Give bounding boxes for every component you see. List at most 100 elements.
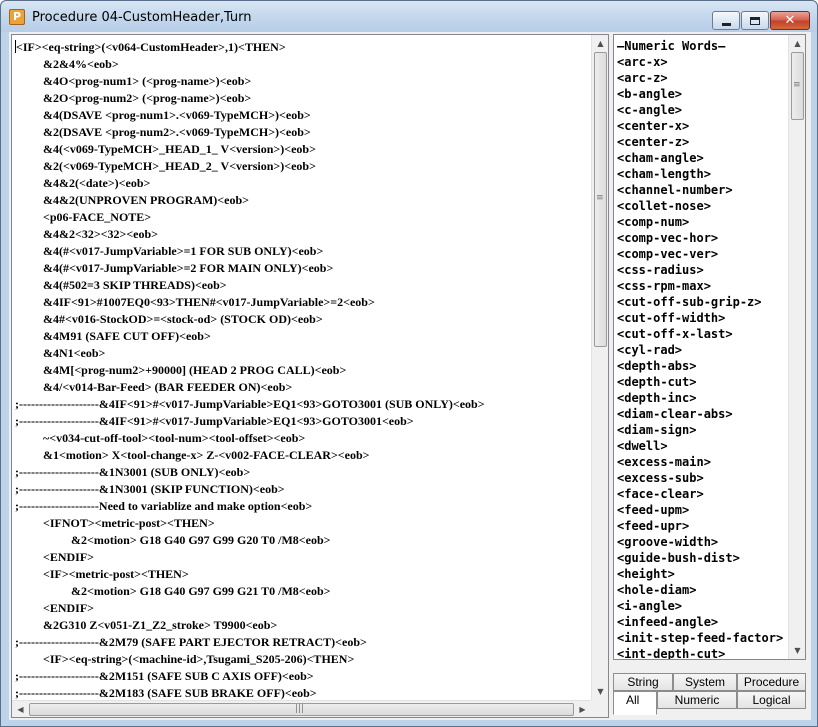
tab-system[interactable]: System xyxy=(673,673,737,691)
code-line[interactable]: ;--------------------&4IF<91>#<v017-Jump… xyxy=(15,396,590,413)
word-list-panel[interactable]: —Numeric Words— <arc-x> <arc-z> <b-angle> <… xyxy=(613,34,806,660)
code-line[interactable]: <ENDIF> xyxy=(15,600,590,617)
word-list-item[interactable]: <css-radius> xyxy=(617,262,788,278)
scroll-down-arrow-icon[interactable]: ▼ xyxy=(592,683,608,700)
word-list-item[interactable]: <hole-diam> xyxy=(617,582,788,598)
editor-horizontal-scrollbar[interactable]: ◀ ||| ▶ xyxy=(12,700,591,717)
word-list-vertical-scrollbar[interactable]: ▲ ≡ ▼ xyxy=(788,35,805,659)
code-line[interactable]: &4O<prog-num1> (<prog-name>)<eob> xyxy=(15,73,590,90)
code-line[interactable]: ~<v034-cut-off-tool><tool-num><tool-offs… xyxy=(15,430,590,447)
tab-string[interactable]: String xyxy=(613,673,673,691)
word-list-item[interactable]: <diam-clear-abs> xyxy=(617,406,788,422)
close-button[interactable]: ✕ xyxy=(770,11,810,30)
word-list-item[interactable]: <comp-num> xyxy=(617,214,788,230)
word-list-item[interactable]: <int-depth-cut> xyxy=(617,646,788,659)
word-list-item[interactable]: <feed-upr> xyxy=(617,518,788,534)
code-line[interactable]: ;--------------------&2M79 (SAFE PART EJ… xyxy=(15,634,590,651)
word-list[interactable]: —Numeric Words— <arc-x> <arc-z> <b-angle> <… xyxy=(614,35,788,659)
maximize-button[interactable] xyxy=(741,11,769,30)
word-list-item[interactable]: <excess-main> xyxy=(617,454,788,470)
word-list-scroll-thumb[interactable]: ≡ xyxy=(791,52,804,120)
word-list-item[interactable]: <arc-z> xyxy=(617,70,788,86)
word-list-item[interactable]: <dwell> xyxy=(617,438,788,454)
code-line[interactable]: ;--------------------&1N3001 (SUB ONLY)<… xyxy=(15,464,590,481)
word-list-item[interactable]: <height> xyxy=(617,566,788,582)
word-list-item[interactable]: <depth-cut> xyxy=(617,374,788,390)
editor-horizontal-scroll-thumb[interactable]: ||| xyxy=(29,703,574,716)
word-list-item[interactable]: <center-z> xyxy=(617,134,788,150)
code-line[interactable]: &4&2(UNPROVEN PROGRAM)<eob> xyxy=(15,192,590,209)
code-line[interactable]: &4&2<32><32><eob> xyxy=(15,226,590,243)
word-list-item[interactable]: <groove-width> xyxy=(617,534,788,550)
code-line[interactable]: &2G310 Z<v051-Z1_Z2_stroke> T9900<eob> xyxy=(15,617,590,634)
code-line[interactable]: &2<motion> G18 G40 G97 G99 G20 T0 /M8<eo… xyxy=(15,532,590,549)
editor-vertical-scroll-thumb[interactable]: ≡ xyxy=(594,52,607,347)
word-list-item[interactable]: <excess-sub> xyxy=(617,470,788,486)
code-line[interactable]: <IF><eq-string>(<machine-id>,Tsugami_S20… xyxy=(15,651,590,668)
word-list-item[interactable]: <comp-vec-ver> xyxy=(617,246,788,262)
code-line[interactable]: ;--------------------&4IF<91>#<v017-Jump… xyxy=(15,413,590,430)
code-text-area[interactable]: <IF><eq-string>(<v064-CustomHeader>,1)<T… xyxy=(12,35,590,700)
code-line[interactable]: &4#<v016-StockOD>=<stock-od> (STOCK OD)<… xyxy=(15,311,590,328)
word-list-item[interactable]: <channel-number> xyxy=(617,182,788,198)
tab-all[interactable]: All xyxy=(613,691,657,715)
word-list-item[interactable]: <cut-off-width> xyxy=(617,310,788,326)
code-line[interactable]: <IF><eq-string>(<v064-CustomHeader>,1)<T… xyxy=(15,39,590,56)
code-line[interactable]: &4N1<eob> xyxy=(15,345,590,362)
word-list-item[interactable]: <i-angle> xyxy=(617,598,788,614)
code-line[interactable]: <IFNOT><metric-post><THEN> xyxy=(15,515,590,532)
word-list-item[interactable]: <c-angle> xyxy=(617,102,788,118)
code-line[interactable]: <p06-FACE_NOTE> xyxy=(15,209,590,226)
word-list-item[interactable]: <face-clear> xyxy=(617,486,788,502)
code-line[interactable]: &4/<v014-Bar-Feed> (BAR FEEDER ON)<eob> xyxy=(15,379,590,396)
word-list-item[interactable]: <depth-inc> xyxy=(617,390,788,406)
word-list-item[interactable]: <cham-angle> xyxy=(617,150,788,166)
code-line[interactable]: ;--------------------&1N3001 (SKIP FUNCT… xyxy=(15,481,590,498)
code-line[interactable]: <ENDIF> xyxy=(15,549,590,566)
code-line[interactable]: &4IF<91>#1007EQ0<93>THEN#<v017-JumpVaria… xyxy=(15,294,590,311)
word-list-item[interactable]: <comp-vec-hor> xyxy=(617,230,788,246)
code-line[interactable]: &4M[<prog-num2>+90000] (HEAD 2 PROG CALL… xyxy=(15,362,590,379)
scroll-down-arrow-icon[interactable]: ▼ xyxy=(789,642,805,659)
scroll-up-arrow-icon[interactable]: ▲ xyxy=(789,35,805,52)
code-line[interactable]: &2(<v069-TypeMCH>_HEAD_2_ V<version>)<eo… xyxy=(15,158,590,175)
scroll-up-arrow-icon[interactable]: ▲ xyxy=(592,35,608,52)
tab-logical[interactable]: Logical xyxy=(737,691,806,709)
word-list-item[interactable]: <guide-bush-dist> xyxy=(617,550,788,566)
word-list-item[interactable]: <feed-upm> xyxy=(617,502,788,518)
word-list-item[interactable]: <collet-nose> xyxy=(617,198,788,214)
tab-numeric[interactable]: Numeric xyxy=(657,691,737,709)
procedure-editor[interactable]: <IF><eq-string>(<v064-CustomHeader>,1)<T… xyxy=(11,34,609,718)
word-list-item[interactable]: <cut-off-x-last> xyxy=(617,326,788,342)
word-list-item[interactable]: <depth-abs> xyxy=(617,358,788,374)
code-line[interactable]: &4M91 (SAFE CUT OFF)<eob> xyxy=(15,328,590,345)
word-list-item[interactable]: <center-x> xyxy=(617,118,788,134)
word-list-item[interactable]: <cut-off-sub-grip-z> xyxy=(617,294,788,310)
word-list-item[interactable]: <init-step-feed-factor> xyxy=(617,630,788,646)
code-line[interactable]: &2<motion> G18 G40 G97 G99 G21 T0 /M8<eo… xyxy=(15,583,590,600)
word-list-item[interactable]: <css-rpm-max> xyxy=(617,278,788,294)
scroll-left-arrow-icon[interactable]: ◀ xyxy=(12,701,29,717)
code-line[interactable]: <IF><metric-post><THEN> xyxy=(15,566,590,583)
code-line[interactable]: &2O<prog-num2> (<prog-name>)<eob> xyxy=(15,90,590,107)
code-line[interactable]: ;--------------------&2M183 (SAFE SUB BR… xyxy=(15,685,590,700)
word-list-item[interactable]: <infeed-angle> xyxy=(617,614,788,630)
word-list-item[interactable]: <b-angle> xyxy=(617,86,788,102)
code-line[interactable]: &4&2(<date>)<eob> xyxy=(15,175,590,192)
word-list-item[interactable]: <arc-x> xyxy=(617,54,788,70)
title-bar[interactable]: P Procedure 04-CustomHeader,Turn ✕ xyxy=(1,1,817,32)
code-line[interactable]: &4(#<v017-JumpVariable>=1 FOR SUB ONLY)<… xyxy=(15,243,590,260)
code-line[interactable]: &2&4%<eob> xyxy=(15,56,590,73)
editor-vertical-scrollbar[interactable]: ▲ ≡ ▼ xyxy=(591,35,608,700)
code-line[interactable]: &2(DSAVE <prog-num2>.<v069-TypeMCH>)<eob… xyxy=(15,124,590,141)
scroll-right-arrow-icon[interactable]: ▶ xyxy=(574,701,591,717)
word-list-item[interactable]: <cham-length> xyxy=(617,166,788,182)
code-line[interactable]: &1<motion> X<tool-change-x> Z-<v002-FACE… xyxy=(15,447,590,464)
code-line[interactable]: ;--------------------&2M151 (SAFE SUB C … xyxy=(15,668,590,685)
code-line[interactable]: &4(#502=3 SKIP THREADS)<eob> xyxy=(15,277,590,294)
code-line[interactable]: &4(#<v017-JumpVariable>=2 FOR MAIN ONLY)… xyxy=(15,260,590,277)
word-list-item[interactable]: <cyl-rad> xyxy=(617,342,788,358)
code-line[interactable]: ;--------------------Need to variablize … xyxy=(15,498,590,515)
tab-procedure[interactable]: Procedure xyxy=(737,673,806,691)
minimize-button[interactable] xyxy=(712,11,740,30)
